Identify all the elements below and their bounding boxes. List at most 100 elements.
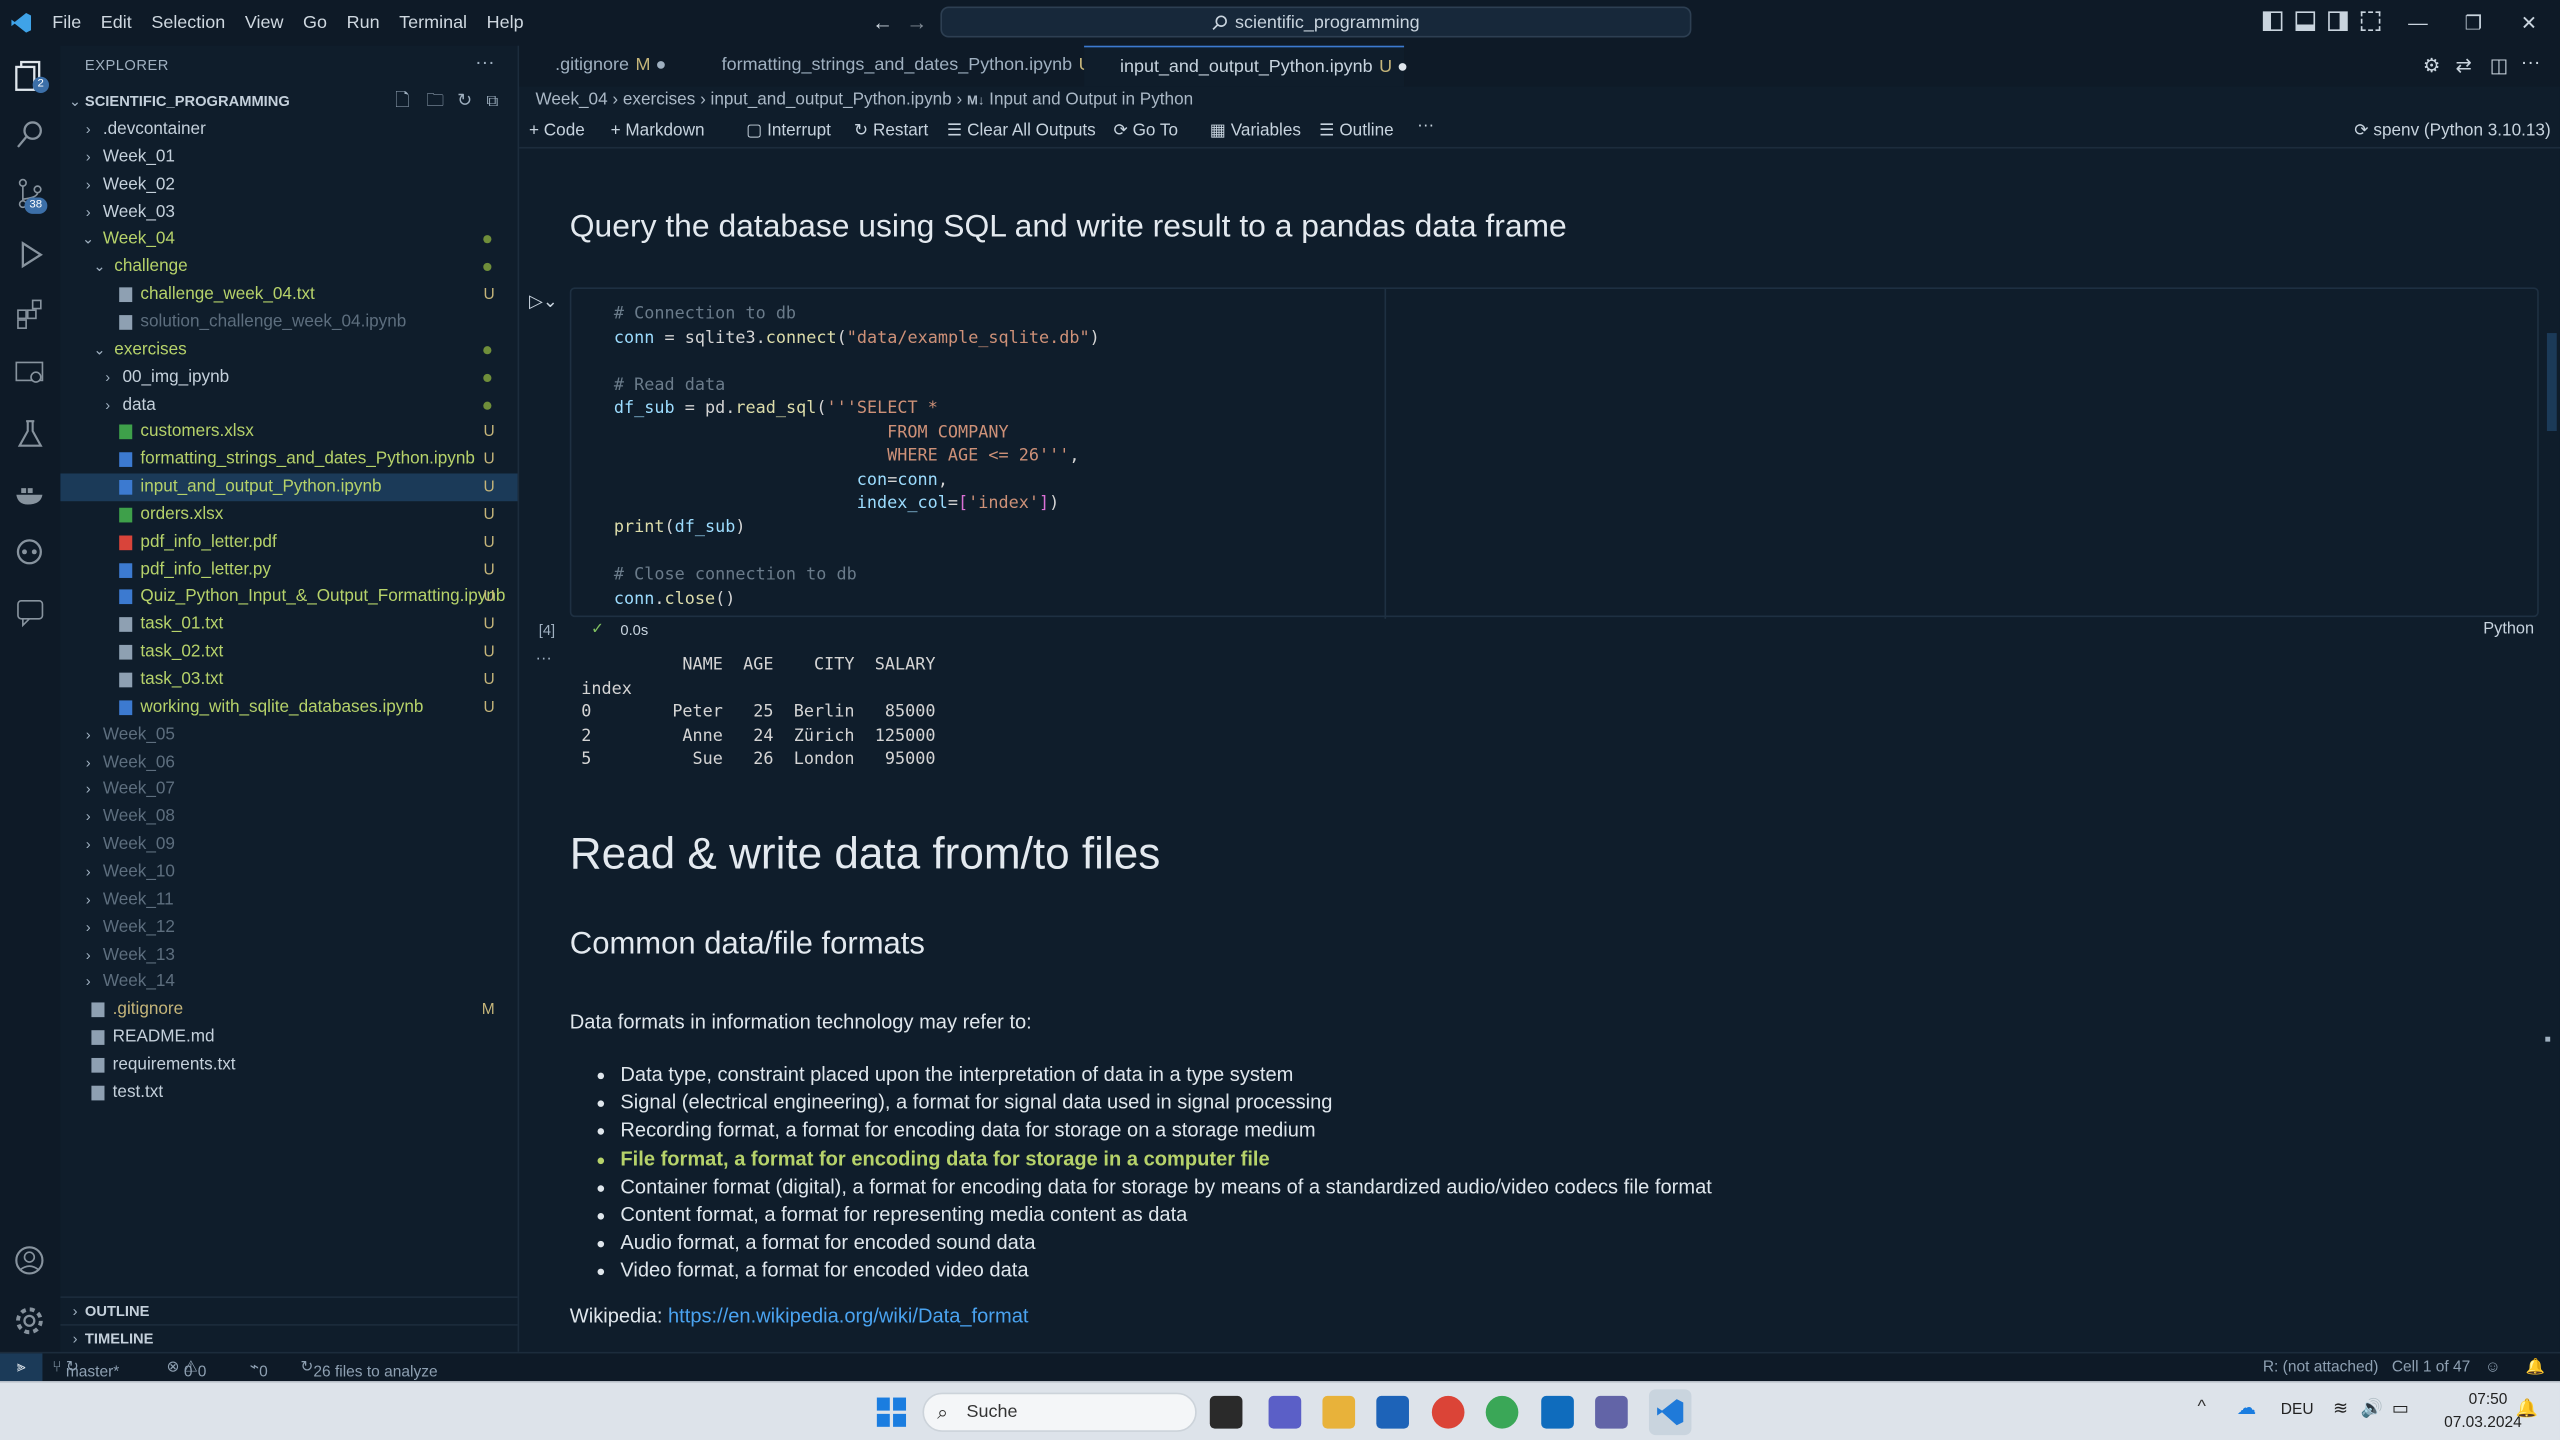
goto-button[interactable]: ⟳ Go To	[1113, 121, 1178, 141]
scrollbar-thumb[interactable]	[2546, 333, 2557, 432]
run-cell-icon[interactable]: ▷⌄	[529, 291, 558, 312]
breadcrumb-exercises[interactable]: exercises	[623, 90, 695, 110]
toolbar-more-icon[interactable]: ···	[1417, 116, 1434, 136]
breadcrumb-week04[interactable]: Week_04	[536, 90, 608, 110]
file-item[interactable]: input_and_output_Python.ipynb U	[60, 473, 518, 502]
analyze-indicator[interactable]: ↻ 26 files to analyze	[300, 1358, 437, 1381]
clock-time[interactable]: 07:50	[2469, 1391, 2508, 1409]
folder-item[interactable]: › Week_14	[60, 969, 517, 997]
timeline-section[interactable]: › TIMELINE	[60, 1324, 518, 1352]
new-file-icon[interactable]: 🗋	[395, 88, 409, 116]
testing-icon[interactable]	[13, 416, 47, 450]
folder-item[interactable]: › Week_09	[60, 831, 517, 859]
file-item[interactable]: challenge_week_04.txt U	[60, 281, 517, 309]
folder-item[interactable]: › Week_12	[60, 914, 517, 942]
cell-language[interactable]: Python	[2483, 620, 2534, 638]
menu-help[interactable]: Help	[477, 0, 534, 46]
file-item[interactable]: customers.xlsx U	[60, 419, 517, 447]
notifications-icon[interactable]: 🔔	[2526, 1358, 2545, 1376]
tab-input-output[interactable]: input_and_output_Python.ipynb U ●	[1084, 45, 1408, 87]
remote-explorer-icon[interactable]	[13, 356, 47, 390]
teams-chat-icon[interactable]	[1268, 1395, 1302, 1429]
outlook-icon[interactable]	[1541, 1395, 1574, 1429]
wifi-icon[interactable]: ≋	[2333, 1398, 2348, 1419]
tab-formatting-strings[interactable]: formatting_strings_and_dates_Python.ipyn…	[686, 46, 1092, 87]
menu-go[interactable]: Go	[293, 0, 337, 46]
folder-item[interactable]: › Week_06	[60, 749, 517, 777]
file-item[interactable]: requirements.txt	[60, 1051, 517, 1079]
ports-indicator[interactable]: ⌁ 0	[250, 1358, 268, 1381]
menu-run[interactable]: Run	[337, 0, 390, 46]
folder-item[interactable]: ⌄ Week_04	[60, 226, 517, 254]
menu-selection[interactable]: Selection	[142, 0, 235, 46]
folder-item[interactable]: › Week_08	[60, 804, 517, 832]
menu-view[interactable]: View	[235, 0, 293, 46]
split-editor-icon[interactable]: ◫	[2490, 54, 2509, 77]
folder-item[interactable]: › .devcontainer	[60, 116, 517, 144]
folder-item[interactable]: › Week_11	[60, 886, 517, 914]
folder-item[interactable]: › data	[60, 391, 517, 419]
file-item[interactable]: orders.xlsx U	[60, 501, 517, 529]
kernel-picker[interactable]: ⟳ spenv (Python 3.10.13)	[2354, 121, 2550, 141]
collapse-all-icon[interactable]: ⧉	[487, 88, 499, 116]
forward-arrow-icon[interactable]: →	[906, 10, 927, 34]
output-more-icon[interactable]: ···	[536, 650, 552, 668]
volume-icon[interactable]: 🔊	[2361, 1398, 2383, 1419]
folder-item[interactable]: ⌄ challenge	[60, 253, 517, 281]
compare-icon[interactable]: ⇄	[2456, 54, 2472, 77]
refresh-icon[interactable]: ↻	[457, 88, 472, 116]
breadcrumb-section[interactable]: Input and Output in Python	[989, 90, 1193, 110]
extensions-icon[interactable]	[13, 296, 47, 330]
file-item[interactable]: task_03.txt U	[60, 666, 517, 694]
copilot-icon[interactable]	[13, 536, 47, 570]
tray-chevron-icon[interactable]: ^	[2198, 1398, 2206, 1418]
vscode-taskbar-icon[interactable]	[1648, 1389, 1692, 1436]
branch-indicator[interactable]: ⑂ master* ↻	[52, 1358, 119, 1381]
file-item[interactable]: task_01.txt U	[60, 611, 517, 639]
settings-gear-icon[interactable]	[13, 1304, 47, 1338]
file-item[interactable]: task_02.txt U	[60, 639, 517, 667]
folder-item[interactable]: ⌄ exercises	[60, 336, 517, 364]
folder-item[interactable]: › Week_07	[60, 776, 517, 804]
command-center-search[interactable]: scientific_programming	[940, 6, 1692, 38]
settings-icon[interactable]: ⚙	[2423, 54, 2441, 77]
browser-icon[interactable]	[1485, 1395, 1519, 1429]
toggle-primary-sidebar-icon[interactable]	[2262, 11, 2283, 32]
file-item[interactable]: test.txt	[60, 1079, 517, 1107]
copilot-status-icon[interactable]: ☺	[2485, 1358, 2501, 1376]
teams-icon[interactable]	[1595, 1395, 1628, 1429]
new-folder-icon[interactable]: 🗀	[426, 88, 444, 116]
toggle-panel-icon[interactable]	[2295, 11, 2316, 32]
file-item[interactable]: working_with_sqlite_databases.ipynb U	[60, 694, 517, 722]
taskbar-search[interactable]: ⌕ Suche	[922, 1392, 1197, 1432]
more-actions-icon[interactable]: ···	[2521, 51, 2541, 74]
file-item[interactable]: README.md	[60, 1024, 517, 1052]
file-explorer-icon[interactable]	[1322, 1395, 1356, 1429]
windows-start-icon[interactable]	[876, 1397, 907, 1427]
file-item[interactable]: pdf_info_letter.pdf U	[60, 529, 517, 557]
store-icon[interactable]	[1376, 1395, 1409, 1429]
cell-indicator[interactable]: Cell 1 of 47	[2392, 1358, 2470, 1376]
tab-gitignore[interactable]: .gitignore M ●	[519, 46, 684, 87]
docker-icon[interactable]	[13, 477, 47, 511]
interrupt-button[interactable]: ▢ Interrupt	[746, 121, 831, 141]
add-code-button[interactable]: + Code	[529, 121, 585, 141]
clear-outputs-button[interactable]: ☰ Clear All Outputs	[947, 121, 1096, 141]
menu-edit[interactable]: Edit	[91, 0, 142, 46]
wikipedia-link[interactable]: https://en.wikipedia.org/wiki/Data_forma…	[668, 1304, 1028, 1327]
account-icon[interactable]	[13, 1244, 47, 1278]
more-actions-icon[interactable]: ···	[475, 51, 495, 74]
file-item[interactable]: .gitignore M	[60, 996, 517, 1024]
breadcrumb-file[interactable]: input_and_output_Python.ipynb	[711, 90, 952, 110]
clock-date[interactable]: 07.03.2024	[2444, 1414, 2522, 1432]
task-view-icon[interactable]	[1209, 1395, 1243, 1429]
file-item[interactable]: Quiz_Python_Input_&_Output_Formatting.ip…	[60, 584, 517, 612]
file-item[interactable]: solution_challenge_week_04.ipynb	[60, 308, 517, 336]
chrome-icon[interactable]	[1431, 1395, 1465, 1429]
variables-button[interactable]: ▦ Variables	[1210, 121, 1301, 141]
battery-icon[interactable]: ▭	[2392, 1398, 2409, 1419]
customize-layout-icon[interactable]	[2360, 11, 2381, 32]
file-item[interactable]: pdf_info_letter.py U	[60, 556, 517, 584]
folder-item[interactable]: › Week_13	[60, 941, 517, 969]
add-markdown-button[interactable]: + Markdown	[611, 121, 705, 141]
